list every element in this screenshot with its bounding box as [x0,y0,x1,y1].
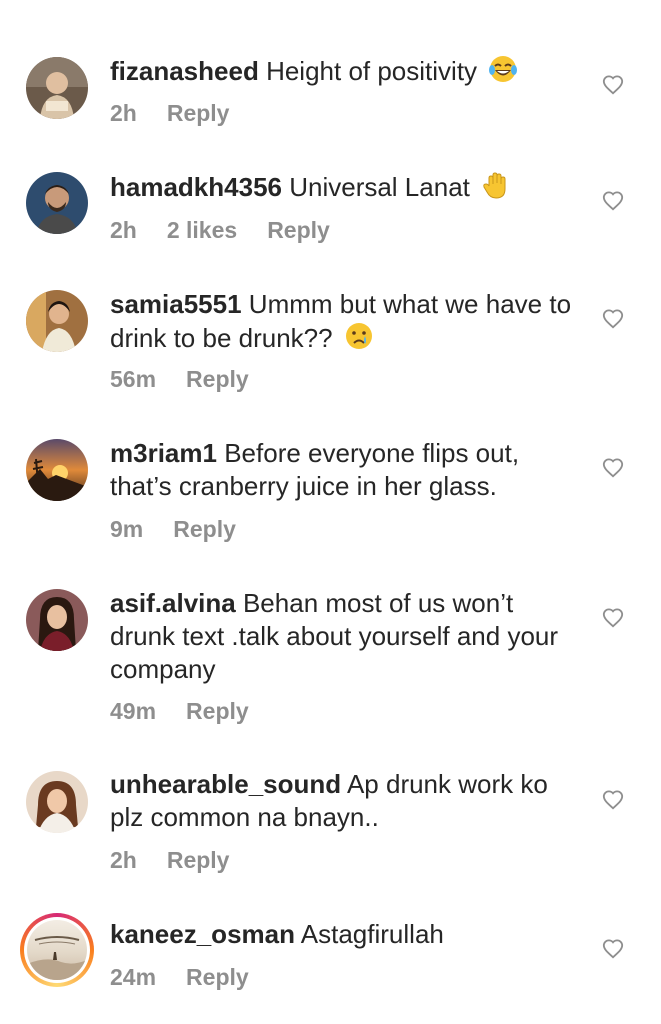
like-heart-icon[interactable] [602,457,624,479]
comment-body: fizanasheed Height of positivity [110,54,580,92]
comment-text: Astagfirullah [300,919,444,949]
comment-body: hamadkh4356 Universal Lanat [110,170,580,208]
reply-button[interactable]: Reply [186,964,249,990]
comment-text: Height of positivity [266,56,478,86]
avatar[interactable] [26,172,88,234]
avatar-story-ring[interactable] [20,913,94,987]
comment-time: 2h [110,100,137,126]
avatar[interactable] [26,57,88,119]
comment-username[interactable]: unhearable_sound [110,769,341,799]
comment-time: 9m [110,516,144,542]
reply-button[interactable]: Reply [167,847,230,873]
like-heart-icon[interactable] [602,74,624,96]
comment-meta: 24m Reply [110,964,279,991]
avatar[interactable] [26,290,88,352]
avatar-image [27,920,87,980]
comment-text: Universal Lanat [289,172,470,202]
comment-meta: 2h Reply [110,847,259,874]
comment-username[interactable]: samia5551 [110,289,242,319]
comment-body: m3riam1 Before everyone flips out, that’… [110,437,580,503]
comment-username[interactable]: kaneez_osman [110,919,295,949]
reply-button[interactable]: Reply [167,100,230,126]
comment-time: 56m [110,366,157,392]
comment-time: 2h [110,217,137,243]
comment-username[interactable]: hamadkh4356 [110,172,282,202]
comment-body: samia5551 Ummm but what we have to drink… [110,288,580,359]
comment-username[interactable]: fizanasheed [110,56,259,86]
comment-meta: 56m Reply [110,366,279,393]
comment-meta: 49m Reply [110,698,279,725]
comment-body: unhearable_sound Ap drunk work ko plz co… [110,768,580,834]
laughing-tears-emoji [488,54,518,92]
like-heart-icon[interactable] [602,938,624,960]
reply-button[interactable]: Reply [173,516,236,542]
comment-meta: 9m Reply [110,516,266,543]
comment-meta: 2h 2 likes Reply [110,217,360,244]
avatar [24,917,90,983]
comment-likes[interactable]: 2 likes [167,217,237,243]
reply-button[interactable]: Reply [267,217,330,243]
like-heart-icon[interactable] [602,607,624,629]
like-heart-icon[interactable] [602,789,624,811]
avatar[interactable] [26,771,88,833]
reply-button[interactable]: Reply [186,698,249,724]
crying-face-emoji [344,321,374,359]
avatar[interactable] [26,589,88,651]
avatar[interactable] [26,439,88,501]
like-heart-icon[interactable] [602,308,624,330]
comment-body: asif.alvina Behan most of us won’t drunk… [110,587,580,686]
like-heart-icon[interactable] [602,190,624,212]
comment-time: 2h [110,847,137,873]
comment-time: 24m [110,964,157,990]
raised-hand-emoji [481,170,511,208]
comment-body: kaneez_osman Astagfirullah [110,918,580,951]
comment-meta: 2h Reply [110,100,259,127]
comment-time: 49m [110,698,157,724]
comment-username[interactable]: asif.alvina [110,588,236,618]
comment-username[interactable]: m3riam1 [110,438,217,468]
reply-button[interactable]: Reply [186,366,249,392]
